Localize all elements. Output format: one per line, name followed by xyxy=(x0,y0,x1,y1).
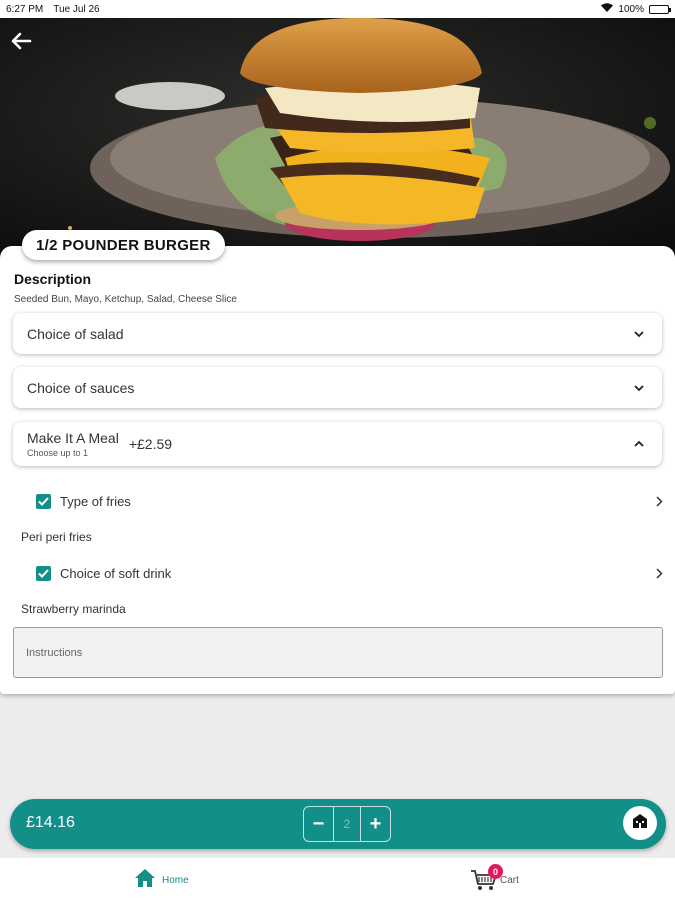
battery-percent: 100% xyxy=(618,3,644,15)
chevron-down-icon xyxy=(630,325,648,343)
nav-cart[interactable]: 0 Cart xyxy=(470,864,519,892)
home-icon xyxy=(134,868,156,893)
meal-option-text: Make It A Meal Choose up to 1 xyxy=(27,430,119,458)
meal-option-hint: Choose up to 1 xyxy=(27,448,89,458)
soft-drink-selected-value: Strawberry marinda xyxy=(21,602,126,616)
sauces-option[interactable]: Choice of sauces xyxy=(13,367,662,408)
chevron-up-icon xyxy=(630,435,648,453)
meal-option-price: +£2.59 xyxy=(128,436,173,452)
decrease-quantity-button[interactable]: − xyxy=(304,807,333,841)
product-title: 1/2 POUNDER BURGER xyxy=(22,230,225,260)
chevron-down-icon xyxy=(630,379,648,397)
status-bar: 6:27 PM Tue Jul 26 100% xyxy=(0,0,675,18)
cart-count-badge: 0 xyxy=(488,864,503,879)
quantity-stepper: − 2 + xyxy=(303,806,391,842)
add-to-cart-bar: £14.16 − 2 + xyxy=(10,799,666,849)
soft-drink-checkbox[interactable] xyxy=(36,565,51,581)
soft-drink-choice-row[interactable]: Choice of soft drink xyxy=(36,563,666,583)
product-image xyxy=(0,18,675,258)
status-time: 6:27 PM xyxy=(6,3,44,15)
cart-icon: 0 xyxy=(470,864,503,892)
bottom-navigation: Home 0 Cart xyxy=(0,858,675,900)
fries-choice-label: Type of fries xyxy=(60,493,131,509)
make-it-a-meal-option[interactable]: Make It A Meal Choose up to 1 +£2.59 xyxy=(13,422,662,466)
nav-cart-label: Cart xyxy=(500,874,519,886)
instructions-input[interactable] xyxy=(13,627,663,678)
total-price: £14.16 xyxy=(26,814,75,831)
description-heading: Description xyxy=(14,271,92,287)
description-text: Seeded Bun, Mayo, Ketchup, Salad, Cheese… xyxy=(14,294,237,305)
soft-drink-choice-label: Choice of soft drink xyxy=(60,565,172,581)
meal-option-label: Make It A Meal xyxy=(27,430,119,446)
back-button[interactable] xyxy=(10,32,42,64)
store-button[interactable] xyxy=(623,806,657,840)
chevron-right-icon xyxy=(652,494,666,508)
store-icon xyxy=(631,812,649,835)
battery-icon xyxy=(649,4,671,14)
nav-home[interactable]: Home xyxy=(134,868,189,893)
salad-option[interactable]: Choice of salad xyxy=(13,313,662,354)
increase-quantity-button[interactable]: + xyxy=(361,807,390,841)
wifi-icon xyxy=(601,3,614,15)
salad-option-label: Choice of salad xyxy=(27,325,124,342)
fries-selected-value: Peri peri fries xyxy=(21,530,92,544)
nav-home-label: Home xyxy=(162,875,189,886)
status-date: Tue Jul 26 xyxy=(53,3,100,15)
quantity-value: 2 xyxy=(333,807,361,841)
sauces-option-label: Choice of sauces xyxy=(27,379,135,396)
chevron-right-icon xyxy=(652,566,666,580)
fries-choice-row[interactable]: Type of fries xyxy=(36,491,666,511)
fries-checkbox[interactable] xyxy=(36,493,51,509)
